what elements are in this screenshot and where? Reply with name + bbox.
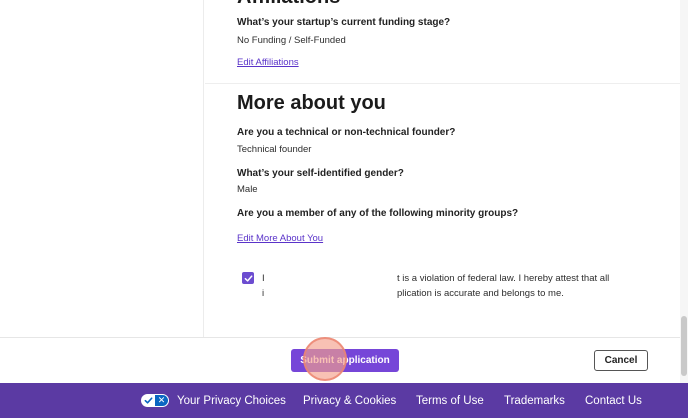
privacy-choices-icon: ✕ (141, 394, 169, 407)
section-divider (205, 83, 680, 84)
trademarks-link[interactable]: Trademarks (504, 383, 565, 418)
attestation-text-line2-start: i (262, 288, 265, 299)
privacy-choices-label: Your Privacy Choices (177, 394, 286, 407)
funding-answer: No Funding / Self-Funded (237, 35, 346, 46)
attestation-text-line1-start: I (262, 273, 265, 284)
minority-question: Are you a member of any of the following… (237, 208, 519, 219)
edit-more-about-you-link[interactable]: Edit More About You (237, 233, 323, 244)
submit-application-button[interactable]: Submit application (291, 349, 399, 372)
founder-answer: Technical founder (237, 144, 312, 155)
scrollbar-thumb[interactable] (681, 316, 687, 376)
gender-question: What’s your self-identified gender? (237, 168, 404, 179)
funding-question: What’s your startup’s current funding st… (237, 17, 451, 28)
more-about-you-title: More about you (237, 92, 386, 114)
attestation-text-line1: t is a violation of federal law. I hereb… (397, 273, 610, 284)
attestation-text-line2: plication is accurate and belongs to me. (397, 288, 564, 299)
founder-question: Are you a technical or non-technical fou… (237, 127, 456, 138)
checkmark-icon (244, 274, 252, 282)
terms-of-use-link[interactable]: Terms of Use (416, 383, 484, 418)
contact-us-link[interactable]: Contact Us (585, 383, 642, 418)
cancel-button[interactable]: Cancel (594, 350, 648, 371)
application-review-page: Affiliations What’s your startup’s curre… (0, 0, 688, 418)
privacy-cookies-link[interactable]: Privacy & Cookies (303, 383, 396, 418)
site-footer: ✕ Your Privacy Choices Privacy & Cookies… (0, 383, 688, 418)
privacy-choices-link[interactable]: ✕ Your Privacy Choices (141, 383, 286, 418)
attestation-checkbox[interactable] (242, 272, 254, 284)
gender-answer: Male (237, 184, 258, 195)
edit-affiliations-link[interactable]: Edit Affiliations (237, 57, 299, 68)
affiliations-title: Affiliations (237, 0, 340, 9)
left-column (0, 0, 204, 340)
